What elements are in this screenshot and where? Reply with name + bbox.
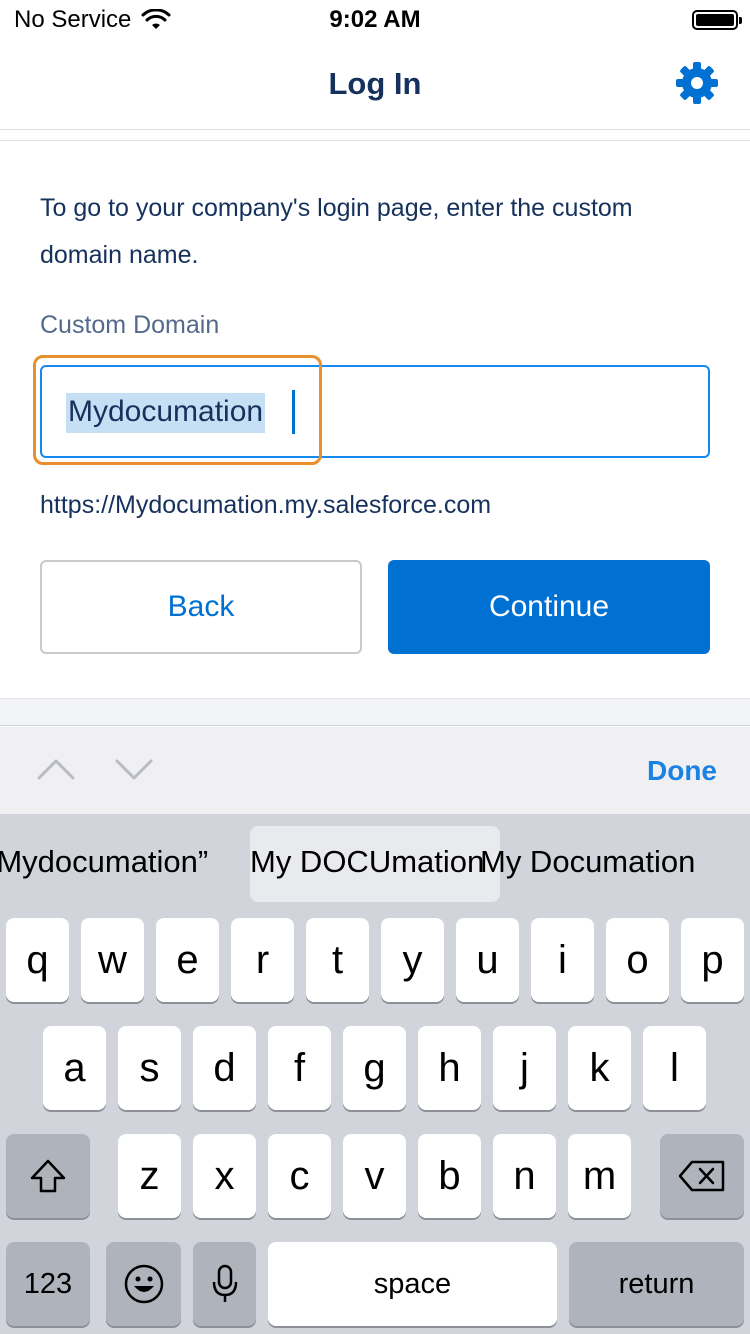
suggestion-item[interactable]: My Documation bbox=[480, 844, 695, 880]
status-time: 9:02 AM bbox=[329, 6, 421, 33]
shift-key[interactable] bbox=[6, 1134, 90, 1218]
key-b[interactable]: b bbox=[418, 1134, 481, 1218]
done-button[interactable]: Done bbox=[647, 755, 717, 787]
key-i[interactable]: i bbox=[531, 918, 594, 1002]
key-s[interactable]: s bbox=[118, 1026, 181, 1110]
key-n[interactable]: n bbox=[493, 1134, 556, 1218]
backspace-icon bbox=[678, 1160, 725, 1192]
key-e[interactable]: e bbox=[156, 918, 219, 1002]
separator-band bbox=[0, 698, 750, 726]
keyboard-accessory-bar: Done bbox=[0, 727, 750, 814]
key-x[interactable]: x bbox=[193, 1134, 256, 1218]
microphone-icon bbox=[212, 1264, 237, 1302]
key-j[interactable]: j bbox=[493, 1026, 556, 1110]
key-g[interactable]: g bbox=[343, 1026, 406, 1110]
key-v[interactable]: v bbox=[343, 1134, 406, 1218]
keyboard: “Mydocumation” My DOCUmation My Documati… bbox=[0, 814, 750, 1334]
key-c[interactable]: c bbox=[268, 1134, 331, 1218]
key-k[interactable]: k bbox=[568, 1026, 631, 1110]
back-button[interactable]: Back bbox=[40, 560, 362, 654]
return-key[interactable]: return bbox=[569, 1242, 744, 1326]
domain-url-preview: https://Mydocumation.my.salesforce.com bbox=[40, 491, 492, 519]
key-f[interactable]: f bbox=[268, 1026, 331, 1110]
space-key[interactable]: space bbox=[268, 1242, 557, 1326]
numbers-key[interactable]: 123 bbox=[6, 1242, 90, 1326]
continue-button[interactable]: Continue bbox=[388, 560, 710, 654]
key-l[interactable]: l bbox=[643, 1026, 706, 1110]
suggestion-item[interactable]: My DOCUmation bbox=[250, 844, 484, 880]
login-content: To go to your company's login page, ente… bbox=[0, 141, 750, 697]
key-h[interactable]: h bbox=[418, 1026, 481, 1110]
key-a[interactable]: a bbox=[43, 1026, 106, 1110]
key-z[interactable]: z bbox=[118, 1134, 181, 1218]
key-u[interactable]: u bbox=[456, 918, 519, 1002]
key-r[interactable]: r bbox=[231, 918, 294, 1002]
gear-icon[interactable] bbox=[674, 60, 720, 106]
shift-icon bbox=[30, 1159, 66, 1193]
key-w[interactable]: w bbox=[81, 918, 144, 1002]
key-t[interactable]: t bbox=[306, 918, 369, 1002]
key-m[interactable]: m bbox=[568, 1134, 631, 1218]
page-title: Log In bbox=[328, 66, 422, 101]
dictation-key[interactable] bbox=[193, 1242, 256, 1326]
custom-domain-label: Custom Domain bbox=[40, 311, 220, 339]
key-d[interactable]: d bbox=[193, 1026, 256, 1110]
chevron-down-icon[interactable] bbox=[114, 757, 154, 783]
suggestion-bar: “Mydocumation” My DOCUmation My Documati… bbox=[0, 814, 750, 910]
emoji-icon bbox=[124, 1264, 163, 1304]
key-o[interactable]: o bbox=[606, 918, 669, 1002]
key-p[interactable]: p bbox=[681, 918, 744, 1002]
highlight-outline bbox=[33, 355, 322, 465]
key-q[interactable]: q bbox=[6, 918, 69, 1002]
emoji-key[interactable] bbox=[106, 1242, 181, 1326]
instructions-text: To go to your company's login page, ente… bbox=[40, 194, 633, 269]
nav-bar: Log In bbox=[0, 40, 750, 130]
suggestion-item[interactable]: “Mydocumation” bbox=[0, 844, 208, 880]
delete-key[interactable] bbox=[660, 1134, 744, 1218]
key-y[interactable]: y bbox=[381, 918, 444, 1002]
chevron-up-icon[interactable] bbox=[36, 755, 76, 781]
status-bar: No Service 9:02 AM bbox=[0, 0, 750, 40]
battery-icon bbox=[692, 10, 742, 30]
